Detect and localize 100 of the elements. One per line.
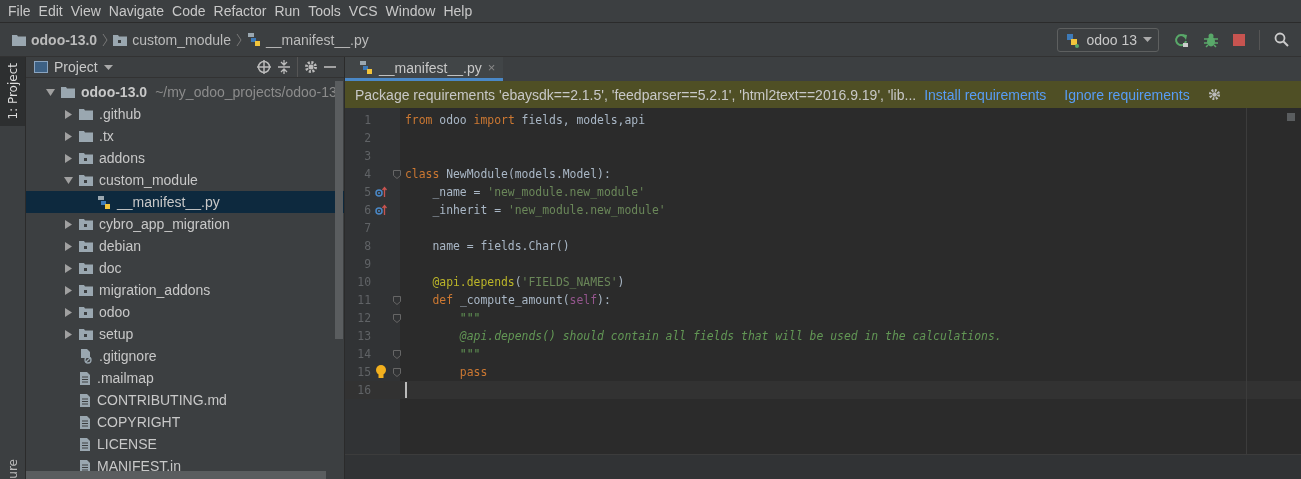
tree-item[interactable]: addons — [99, 150, 145, 166]
python-icon — [1064, 31, 1081, 48]
scrollbar[interactable] — [26, 471, 326, 479]
collapsed-arrow-icon[interactable] — [64, 153, 73, 163]
code-token: import — [473, 113, 516, 127]
tree-item[interactable]: setup — [99, 326, 134, 342]
bug-icon[interactable] — [1203, 31, 1219, 48]
module-folder-icon — [79, 174, 93, 186]
fold-marker-icon[interactable] — [393, 349, 401, 359]
tree-item[interactable]: .mailmap — [97, 370, 154, 386]
code-token: from — [405, 113, 434, 127]
module-folder-icon — [79, 284, 93, 296]
text-file-icon — [79, 414, 91, 430]
collapsed-arrow-icon[interactable] — [64, 307, 73, 317]
breadcrumb[interactable]: __manifest__.py — [265, 31, 369, 48]
menu-item[interactable]: VCS — [344, 3, 382, 19]
menu-item[interactable]: File — [4, 3, 35, 19]
tool-window-tab[interactable]: ure — [0, 457, 25, 479]
search-icon[interactable] — [1274, 32, 1289, 47]
menu-item[interactable]: Window — [381, 3, 440, 19]
folder-icon — [79, 108, 93, 120]
menu-item[interactable]: View — [66, 3, 105, 19]
menu-item[interactable]: Refactor — [209, 3, 271, 19]
tree-item[interactable]: LICENSE — [97, 436, 157, 452]
code-token: ): — [597, 293, 611, 307]
module-folder-icon — [79, 306, 93, 318]
tree-item[interactable]: .github — [99, 106, 142, 122]
menu-item[interactable]: Run — [270, 3, 305, 19]
text-file-icon — [79, 458, 91, 474]
tree-item[interactable]: cybro_app_migration — [99, 216, 230, 232]
collapsed-arrow-icon[interactable] — [64, 109, 73, 119]
collapsed-arrow-icon[interactable] — [64, 329, 73, 339]
breadcrumb[interactable]: odoo-13.0 — [31, 31, 98, 48]
fold-marker-icon[interactable] — [393, 295, 401, 305]
module-folder-icon — [79, 218, 93, 230]
fold-marker-icon[interactable] — [393, 169, 401, 179]
tree-item[interactable]: odoo-13.0 — [81, 84, 148, 100]
settings-icon[interactable] — [1207, 88, 1221, 101]
tool-window-tab[interactable]: 1: Project — [0, 57, 25, 126]
tree-item[interactable]: debian — [99, 238, 142, 254]
crosshair-icon[interactable] — [257, 60, 271, 74]
fold-marker-icon[interactable] — [393, 313, 401, 323]
menu-item[interactable]: Tools — [304, 3, 345, 19]
tree-item[interactable]: doc — [99, 260, 122, 276]
text-file-icon — [79, 370, 91, 386]
code-token: ( — [562, 293, 570, 307]
code-token: _name = — [431, 185, 482, 199]
code-token: @api.depends() should contain all fields that will be used in the calculations. — [458, 329, 1002, 343]
module-folder-icon — [113, 33, 128, 46]
tree-item[interactable]: CONTRIBUTING.md — [97, 392, 227, 408]
tree-item[interactable]: .gitignore — [99, 348, 157, 364]
tree-item[interactable]: odoo — [99, 304, 131, 320]
code-token: ) — [617, 275, 625, 289]
chevron-icon — [235, 32, 242, 47]
scrollbar[interactable] — [335, 81, 343, 339]
collapsed-arrow-icon[interactable] — [64, 241, 73, 251]
collapsed-arrow-icon[interactable] — [64, 285, 73, 295]
menu-item[interactable]: Code — [168, 3, 210, 19]
stop-icon[interactable] — [1233, 33, 1245, 46]
expanded-arrow-icon[interactable] — [64, 175, 73, 185]
code-token: 'new_module.new_module' — [507, 203, 666, 217]
tree-item[interactable]: COPYRIGHT — [97, 414, 181, 430]
tree-item[interactable]: .tx — [99, 128, 114, 144]
fold-marker-icon[interactable] — [393, 367, 401, 377]
collapse-all-icon[interactable] — [277, 60, 291, 74]
rerun-icon[interactable] — [1173, 31, 1189, 48]
code-token: """ — [458, 347, 481, 361]
python-file-icon — [246, 32, 261, 47]
code-token: pass — [458, 365, 488, 379]
caret-icon[interactable] — [103, 64, 113, 70]
scrollbar[interactable] — [1287, 113, 1295, 121]
code-token: 'new_module.new_module' — [487, 185, 646, 199]
editor-tab[interactable]: __manifest__.py × — [345, 57, 504, 81]
override-icon[interactable] — [375, 204, 387, 216]
code-token: self — [569, 293, 598, 307]
project-path: ~/my_odoo_projects/odoo-13 — [155, 84, 337, 100]
menu-item[interactable]: Navigate — [104, 3, 169, 19]
code-token: def — [431, 293, 454, 307]
expanded-arrow-icon[interactable] — [46, 87, 55, 97]
menu-item[interactable]: Help — [439, 3, 477, 19]
tree-item[interactable]: custom_module — [99, 172, 198, 188]
lightbulb-icon[interactable] — [375, 365, 387, 379]
run-configuration-dropdown[interactable]: odoo 13 — [1057, 27, 1159, 52]
collapsed-arrow-icon[interactable] — [64, 263, 73, 273]
code-token: """ — [458, 311, 481, 325]
settings-icon[interactable] — [304, 60, 318, 74]
code-token: ( — [514, 275, 522, 289]
tree-item[interactable]: migration_addons — [99, 282, 211, 298]
collapsed-arrow-icon[interactable] — [64, 131, 73, 141]
python-file-icon — [359, 60, 373, 75]
collapsed-arrow-icon[interactable] — [64, 219, 73, 229]
module-folder-icon — [79, 152, 93, 164]
code-token: name = fields.Char() — [431, 239, 570, 253]
breadcrumb[interactable]: custom_module — [132, 31, 231, 48]
panel-title[interactable]: Project — [54, 59, 98, 75]
tree-item[interactable]: MANIFEST.in — [97, 458, 181, 474]
code-token: fields, models,api — [521, 113, 646, 127]
module-folder-icon — [79, 328, 93, 340]
menu-item[interactable]: Edit — [34, 3, 67, 19]
override-icon[interactable] — [375, 186, 387, 198]
